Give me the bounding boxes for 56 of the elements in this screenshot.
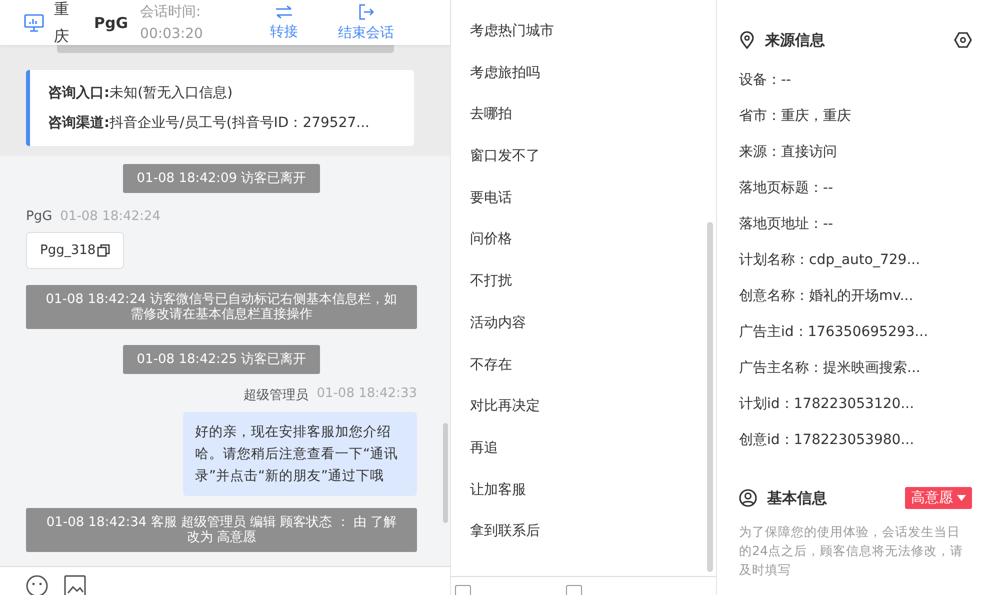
quick-reply-item[interactable]: 拿到联系后 [451,510,716,552]
source-field: 落地页标题：-- [739,170,972,206]
system-notice: 01-08 18:42:25 访客已离开 [122,345,320,374]
message-time: 01-08 18:42:33 [316,386,417,403]
quick-reply-item[interactable]: 对比再决定 [451,385,716,427]
source-field: 创意名称：婚礼的开场mv... [739,278,972,314]
quick-reply-item[interactable]: 去哪拍 [451,93,716,136]
quick-reply-item[interactable]: 考虑热门城市 [451,10,716,52]
section-title: 来源信息 [765,30,825,50]
caret-icon [957,495,966,501]
source-field: 来源：直接访问 [739,134,972,170]
card-value: 抖音企业号/员工号(抖音号ID：279527... [110,115,370,131]
source-field: 创意id：178223053980... [739,422,972,458]
card-value: 未知(暂无入口信息) [110,85,233,101]
source-field: 广告主id：176350695293... [739,314,972,350]
settings-icon[interactable] [954,31,972,49]
message-text: Pgg_318 [40,243,96,258]
section-title: 基本信息 [767,488,827,508]
image-icon[interactable] [64,575,86,595]
quick-reply-item[interactable]: 窗口发不了 [451,135,716,177]
copy-icon[interactable] [96,244,110,257]
sender-name: PgG [26,209,52,224]
exit-icon [358,4,374,20]
system-notice: 01-08 18:42:09 访客已离开 [122,164,320,193]
source-field: 计划名称：cdp_auto_729... [739,242,972,278]
card-label: 咨询入口: [48,85,110,101]
quick-reply-item[interactable]: 问价格 [451,218,716,260]
session-time: 00:03:20 [140,24,204,44]
swap-arrows-icon [275,4,294,18]
location-pin-icon [739,31,755,49]
visitor-name: PgG [94,14,128,32]
card-label: 咨询渠道: [48,115,110,131]
system-notice: 01-08 18:42:34 客服 超级管理员 编辑 顾客状态 ： 由 了解改为 高意愿 [26,508,417,552]
source-field: 落地页地址：-- [739,206,972,242]
emoji-icon[interactable] [26,575,48,595]
quick-reply-item[interactable]: 要电话 [451,176,716,218]
notice-text: 为了保障您的使用体验，会话发生当日的24点之后，顾客信息将无法修改，请及时填写 [739,523,964,579]
message-time: 01-08 18:42:24 [60,209,160,224]
sender-name: 超级管理员 [244,387,309,404]
quick-reply-item[interactable]: 不打扰 [451,260,716,302]
user-icon [739,489,757,507]
session-time-label: 会话时间: [140,2,202,22]
source-field: 设备：-- [739,62,972,98]
quick-reply-item[interactable]: 活动内容 [451,302,716,344]
quick-reply-item[interactable]: 再追 [451,426,716,469]
status-dropdown[interactable]: 高意愿 [905,487,972,509]
monitor-icon [24,14,44,32]
quick-reply-item[interactable]: 不存在 [451,344,716,386]
system-notice: 01-08 18:42:24 访客微信号已自动标记右侧基本信息栏，如需修改请在基本信息栏直接操作 [26,285,417,329]
quick-reply-item[interactable]: 让加客服 [451,468,716,510]
source-field: 省市：重庆，重庆 [739,98,972,134]
quick-reply-item[interactable]: 考虑旅拍吗 [451,52,716,94]
city-label: 重庆 [54,0,70,46]
source-field: 广告主名称：提米映画搜索... [739,350,972,386]
source-field: 计划id：178223053120... [739,386,972,422]
message-bubble: 好的亲，现在安排客服加您介绍哈。请您稍后注意查看一下“通讯录”并点击“新的朋友”通过下哦 [183,412,417,496]
